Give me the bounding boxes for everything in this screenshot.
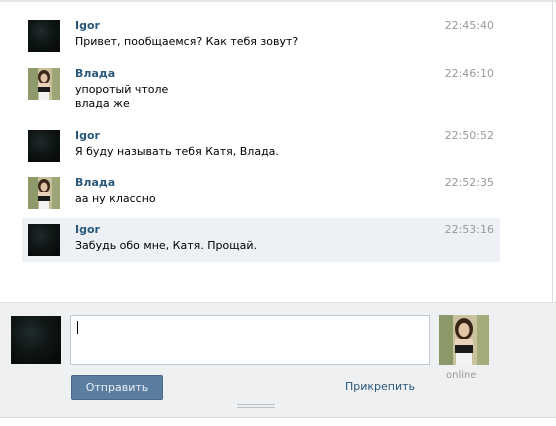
- message-text: аа ну классно: [75, 192, 156, 205]
- message-text: Привет, пообщаемся? Как тебя зовут?: [75, 35, 299, 48]
- message-row: Влада 22:52:35 аа ну классно: [22, 171, 500, 215]
- right-border: [552, 0, 553, 302]
- send-button[interactable]: Отправить: [71, 375, 163, 400]
- composer-footer: [0, 417, 556, 426]
- vlada-avatar[interactable]: [28, 68, 60, 100]
- igor-avatar[interactable]: [28, 224, 60, 256]
- message-time: 22:46:10: [444, 67, 494, 80]
- message-text: Я буду называть тебя Катя, Влада.: [75, 145, 279, 158]
- message-row: Igor 22:50:52 Я буду называть тебя Катя,…: [22, 124, 500, 168]
- my-avatar[interactable]: [11, 316, 61, 364]
- message-author[interactable]: Igor: [75, 19, 100, 32]
- message-row: Влада 22:46:10 упоротый чтоле влада же: [22, 62, 500, 116]
- top-border: [0, 0, 556, 2]
- message-author[interactable]: Влада: [75, 176, 115, 189]
- attach-link[interactable]: Прикрепить: [345, 380, 415, 393]
- peer-avatar[interactable]: [439, 315, 489, 365]
- message-input[interactable]: [70, 315, 430, 365]
- message-author[interactable]: Igor: [75, 129, 100, 142]
- message-author[interactable]: Igor: [75, 223, 100, 236]
- message-author[interactable]: Влада: [75, 67, 115, 80]
- vlada-avatar[interactable]: [28, 177, 60, 209]
- message-text: Забудь обо мне, Катя. Прощай.: [75, 239, 257, 252]
- message-time: 22:52:35: [444, 176, 494, 189]
- message-time: 22:50:52: [444, 129, 494, 142]
- message-row-highlighted: Igor 22:53:16 Забудь обо мне, Катя. Прощ…: [22, 218, 500, 262]
- igor-avatar[interactable]: [28, 130, 60, 162]
- message-time: 22:45:40: [444, 19, 494, 32]
- resize-handle[interactable]: [237, 404, 275, 410]
- text-caret: [77, 321, 78, 334]
- message-text: упоротый чтоле влада же: [75, 83, 169, 110]
- message-time: 22:53:16: [444, 223, 494, 236]
- igor-avatar[interactable]: [28, 20, 60, 52]
- online-status: online: [446, 370, 477, 381]
- message-row: Igor 22:45:40 Привет, пообщаемся? Как те…: [22, 14, 500, 58]
